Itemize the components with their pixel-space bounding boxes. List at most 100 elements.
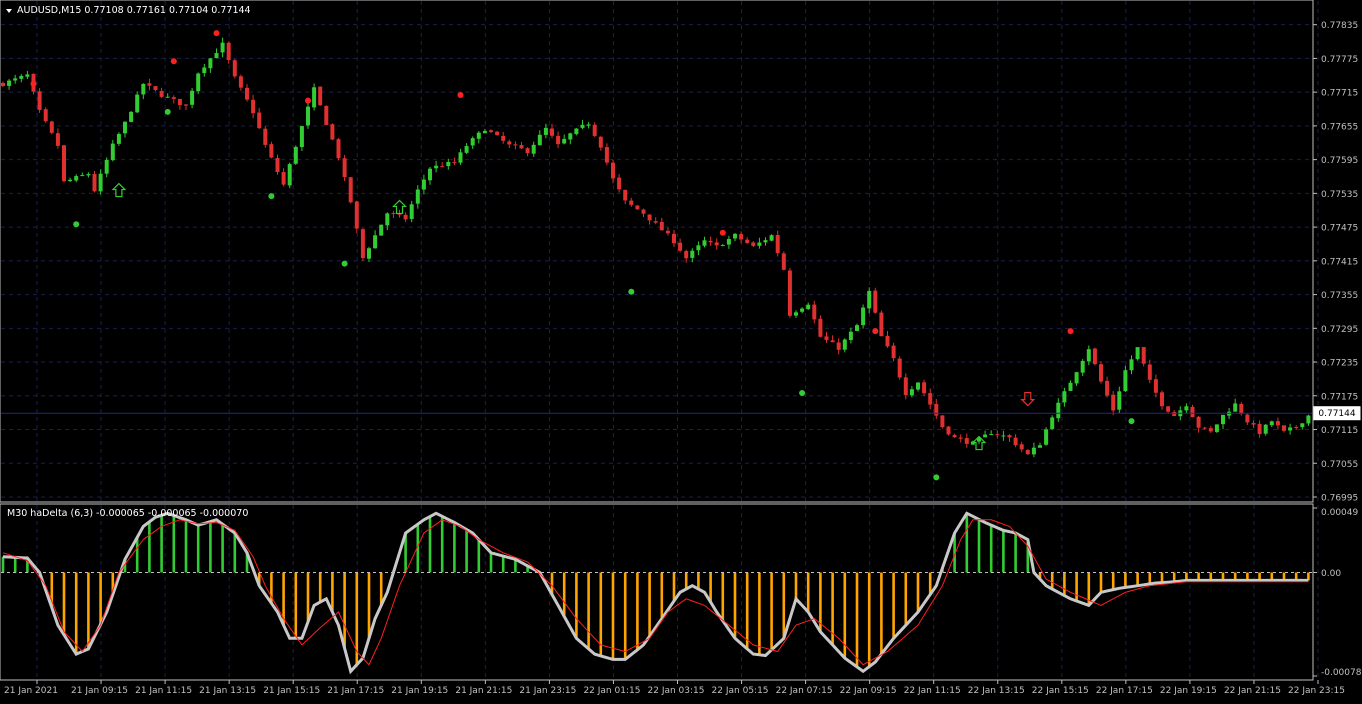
candle-bear <box>641 209 646 214</box>
fractal-up-dot <box>170 58 177 65</box>
candle-bear <box>495 131 500 136</box>
hist-bar-neg <box>660 572 664 619</box>
candle-bear <box>751 242 756 246</box>
candle-bull <box>1117 391 1122 410</box>
hist-bar-pos <box>489 552 493 573</box>
candle-bear <box>348 177 353 203</box>
time-tick-label: 21 Jan 21:15 <box>455 686 512 696</box>
candle-bear <box>1111 394 1116 411</box>
candle-bear <box>781 253 786 270</box>
hist-bar-neg <box>87 572 90 649</box>
candle-bear <box>43 109 48 122</box>
candle-bear <box>55 133 60 146</box>
candle-bear <box>226 42 231 61</box>
main-header: AUDUSD,M15 0.77108 0.77161 0.77104 0.771… <box>6 5 251 16</box>
hist-bar-pos <box>1002 530 1005 573</box>
hist-bar-neg <box>1148 572 1152 584</box>
candle-bear <box>1208 428 1213 432</box>
candle-bull <box>580 124 585 128</box>
hist-bar-pos <box>135 537 139 573</box>
candle-bear <box>1245 414 1250 423</box>
candle-bear <box>818 318 823 337</box>
candle-bull <box>568 133 573 140</box>
hist-bar-neg <box>562 572 566 617</box>
candle-bull <box>104 159 109 174</box>
candle-bear <box>403 214 408 220</box>
chart-svg[interactable]: 0.77835 0.77775 0.77715 0.77655 0.77595 0.775… <box>0 0 1362 700</box>
candle-bull <box>1086 349 1091 362</box>
time-tick-label: 21 Jan 17:15 <box>327 686 384 696</box>
fractal-down-dot <box>73 221 80 228</box>
candle-bear <box>958 437 963 439</box>
candle-bull <box>464 146 469 153</box>
candle-bear <box>653 221 658 223</box>
hist-bar-neg <box>611 572 615 660</box>
fractal-down-dot <box>1128 418 1135 425</box>
candle-bear <box>995 434 1000 436</box>
candle-bear <box>1025 450 1030 455</box>
candle-bear <box>153 86 158 91</box>
hist-bar-neg <box>855 572 859 667</box>
hist-bar-pos <box>453 522 456 573</box>
candle-bull <box>1080 360 1085 373</box>
candle-bull <box>531 144 536 154</box>
candle-bear <box>1239 403 1244 414</box>
hist-bar-neg <box>721 572 725 621</box>
hist-bar-neg <box>745 572 749 649</box>
hist-bar-pos <box>196 525 200 573</box>
candle-bear <box>275 158 280 173</box>
hist-bar-neg <box>1136 572 1139 586</box>
candle-bear <box>92 174 97 192</box>
candle-bear <box>885 335 890 347</box>
candle-bull <box>537 134 542 146</box>
candle-bear <box>1092 348 1097 365</box>
candle-bear <box>787 270 792 316</box>
candle-bull <box>476 132 481 139</box>
candle-bear <box>519 145 524 149</box>
candle-bear <box>159 90 164 97</box>
candle-bear <box>708 240 713 243</box>
candle-bear <box>269 144 274 158</box>
candle-bull <box>1184 406 1189 411</box>
candle-bull <box>482 130 487 134</box>
candle-bull <box>379 224 384 236</box>
candle-bull <box>586 124 591 126</box>
candle-bull <box>690 250 695 258</box>
hist-bar-neg <box>343 572 346 649</box>
candle-bear <box>678 242 683 251</box>
candle-bear <box>238 76 243 88</box>
candle-bear <box>1172 412 1177 417</box>
candle-bull <box>19 75 24 79</box>
candle-bull <box>1123 370 1128 392</box>
candle-bull <box>7 80 12 86</box>
hist-bar-neg <box>1075 572 1078 602</box>
candle-bear <box>37 91 42 110</box>
candle-bull <box>983 434 988 438</box>
candle-bull <box>287 164 292 186</box>
hist-bar-pos <box>160 515 163 573</box>
candle-bull <box>409 204 414 219</box>
candle-bull <box>543 127 548 135</box>
candle-bull <box>80 175 85 177</box>
candle-bear <box>928 393 933 405</box>
candle-bear <box>336 139 341 159</box>
candle-bear <box>281 172 286 185</box>
fractal-up-dot <box>457 91 464 98</box>
candle-bull <box>202 67 207 74</box>
candle-bear <box>739 234 744 240</box>
hist-bar-neg <box>916 572 920 613</box>
candle-bull <box>1135 347 1140 360</box>
candle-bull <box>367 248 371 259</box>
hist-bar-neg <box>782 572 786 639</box>
candle-bull <box>385 213 390 226</box>
candle-bear <box>1019 444 1024 450</box>
candle-bear <box>775 234 780 254</box>
hist-bar-pos <box>184 519 188 573</box>
candle-bull <box>1056 402 1061 419</box>
candle-bear <box>940 415 945 428</box>
candle-bull <box>458 152 463 163</box>
candle-bear <box>745 239 750 243</box>
candle-bull <box>13 78 18 81</box>
hist-bar-neg <box>1111 572 1115 590</box>
candle-bear <box>452 162 457 164</box>
